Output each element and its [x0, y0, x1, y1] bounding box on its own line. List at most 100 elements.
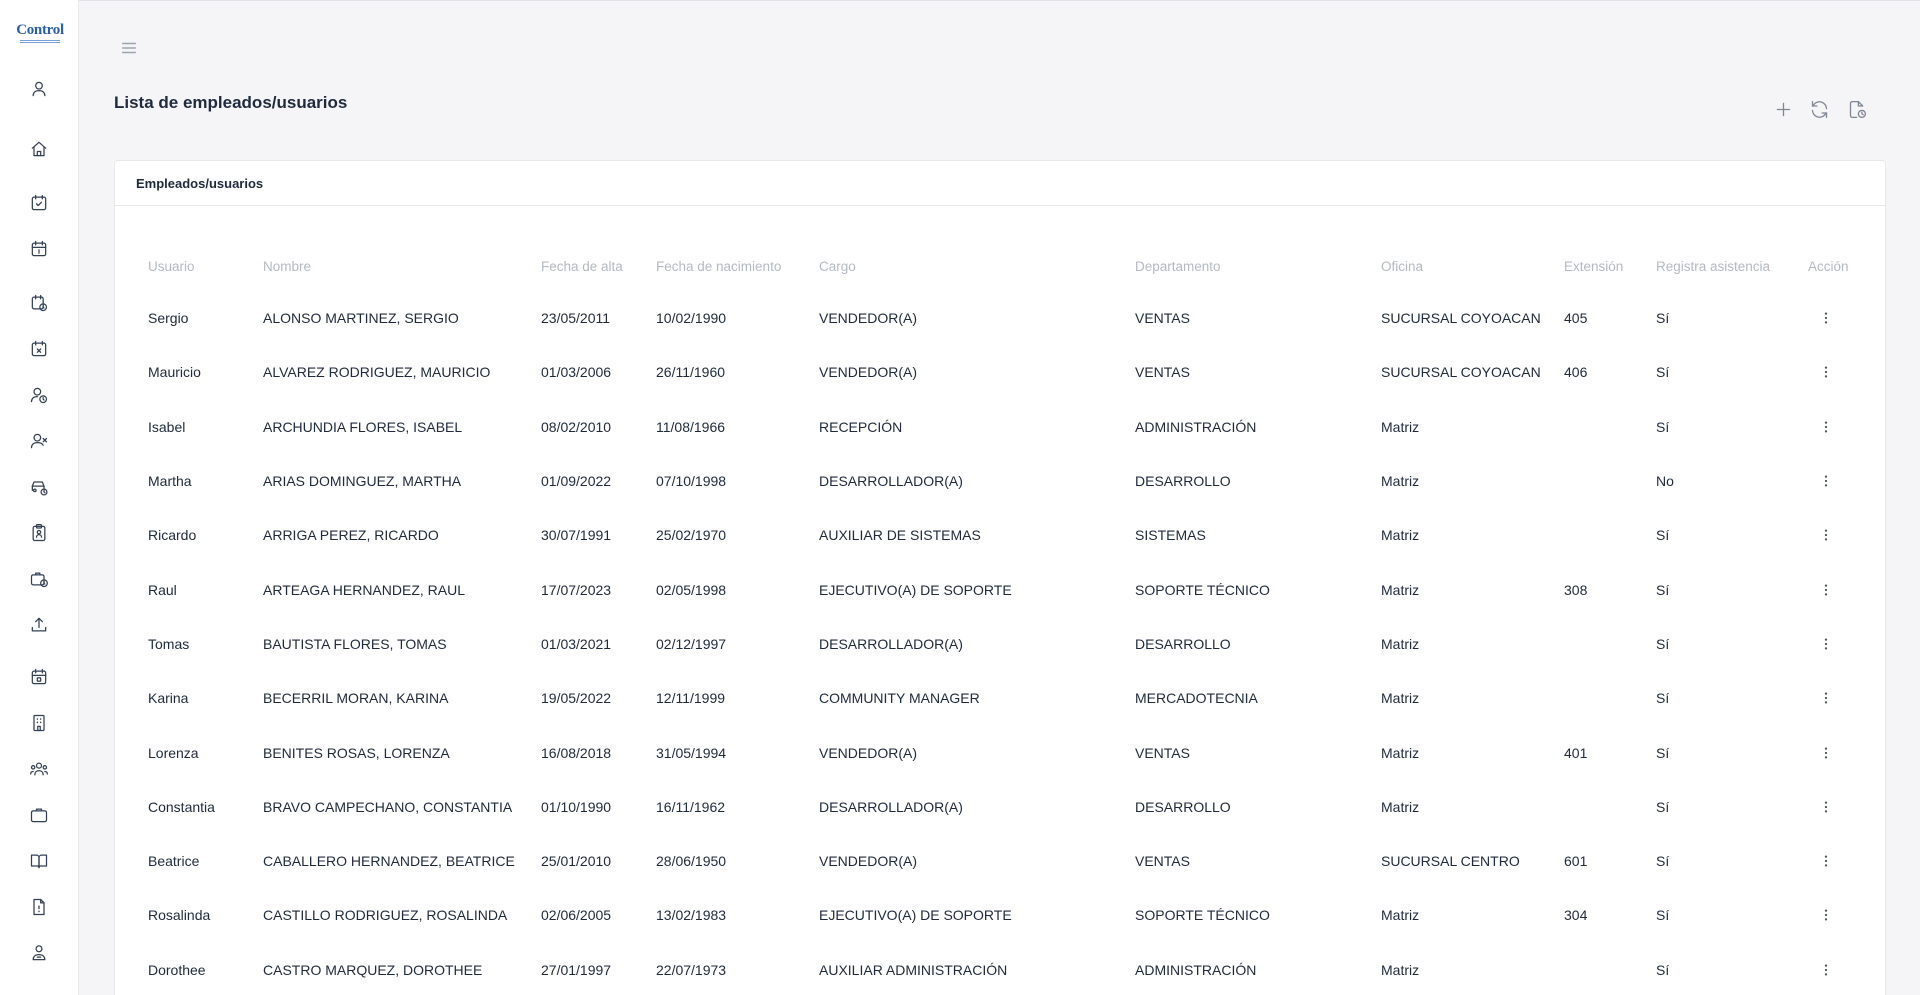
- cell-departamento: ADMINISTRACIÓN: [1135, 418, 1257, 435]
- table-row[interactable]: Sergio ALONSO MARTINEZ, SERGIO 23/05/2011 1…: [148, 291, 1868, 345]
- cell-cargo: AUXILIAR ADMINISTRACIÓN: [819, 961, 1008, 978]
- cell-departamento: SISTEMAS: [1135, 527, 1206, 544]
- export-button[interactable]: [1844, 96, 1870, 122]
- app-logo[interactable]: Control: [14, 22, 66, 48]
- sidebar-item-user-badge[interactable]: [26, 940, 52, 966]
- row-actions-button[interactable]: [1816, 362, 1836, 382]
- sidebar-item-upload[interactable]: [26, 612, 52, 638]
- row-actions-button[interactable]: [1816, 308, 1836, 328]
- sidebar-item-building[interactable]: [26, 710, 52, 736]
- sidebar: Control: [0, 0, 79, 995]
- cell-nombre: ALVAREZ RODRIGUEZ, MAURICIO: [263, 364, 491, 381]
- sidebar-item-user-x[interactable]: [26, 428, 52, 454]
- column-header-fecha-nacimiento[interactable]: Fecha de nacimiento: [656, 241, 819, 291]
- cell-registra-asistencia: Sí: [1656, 527, 1670, 544]
- column-header-departamento[interactable]: Departamento: [1135, 241, 1381, 291]
- cell-usuario: Lorenza: [148, 744, 199, 761]
- cell-usuario: Dorothee: [148, 961, 206, 978]
- user-icon: [32, 81, 46, 97]
- sidebar-item-calendar-one[interactable]: [26, 236, 52, 262]
- cell-registra-asistencia: Sí: [1656, 418, 1670, 435]
- table-row[interactable]: Mauricio ALVAREZ RODRIGUEZ, MAURICIO 01/03…: [148, 345, 1868, 399]
- add-button[interactable]: [1770, 96, 1796, 122]
- sidebar-item-user[interactable]: [26, 76, 52, 102]
- table-row[interactable]: Constantia BRAVO CAMPECHANO, CONSTANTIA 01…: [148, 780, 1868, 834]
- sidebar-item-briefcase-clock[interactable]: [26, 566, 52, 592]
- cell-accion: [1808, 888, 1868, 942]
- sidebar-item-car-clock[interactable]: [26, 474, 52, 500]
- more-vertical-icon: [1824, 529, 1828, 541]
- column-header-nombre[interactable]: Nombre: [263, 241, 541, 291]
- column-header-registra-asistencia[interactable]: Registra asistencia: [1656, 241, 1808, 291]
- sidebar-item-calendar-check[interactable]: [26, 190, 52, 216]
- cell-extension: [1564, 400, 1656, 454]
- cell-accion: [1808, 780, 1868, 834]
- row-actions-button[interactable]: [1816, 743, 1836, 763]
- cell-oficina: Matriz: [1381, 798, 1420, 815]
- refresh-button[interactable]: [1806, 96, 1832, 122]
- cell-fecha-nacimiento: 13/02/1983: [656, 907, 727, 924]
- table-row[interactable]: Lorenza BENITES ROSAS, LORENZA 16/08/2018 3…: [148, 725, 1868, 779]
- table-row[interactable]: Raul ARTEAGA HERNANDEZ, RAUL 17/07/2023 02/…: [148, 562, 1868, 616]
- cell-departamento: SOPORTE TÉCNICO: [1135, 581, 1270, 598]
- calendar-x-icon: [31, 340, 47, 357]
- column-header-extension[interactable]: Extensión: [1564, 241, 1656, 291]
- more-vertical-icon: [1824, 312, 1828, 324]
- sidebar-item-calendar-clock[interactable]: [26, 290, 52, 316]
- cell-nombre: BENITES ROSAS, LORENZA: [263, 744, 450, 761]
- row-actions-button[interactable]: [1816, 688, 1836, 708]
- cell-accion: [1808, 454, 1868, 508]
- sidebar-item-clipboard-user[interactable]: [26, 520, 52, 546]
- sidebar-item-briefcase[interactable]: [26, 802, 52, 828]
- sidebar-item-calendar-x[interactable]: [26, 336, 52, 362]
- cell-cargo: VENDEDOR(A): [819, 310, 918, 327]
- column-header-usuario[interactable]: Usuario: [148, 241, 263, 291]
- table-row[interactable]: Rosalinda CASTILLO RODRIGUEZ, ROSALINDA 02…: [148, 888, 1868, 942]
- cell-extension: 406: [1564, 364, 1588, 381]
- hamburger-icon: [121, 42, 137, 54]
- sidebar-item-book[interactable]: [26, 848, 52, 874]
- table-row[interactable]: Dorothee CASTRO MARQUEZ, DOROTHEE 27/01/19…: [148, 943, 1868, 995]
- sidebar-item-users-group[interactable]: [26, 756, 52, 782]
- table-row[interactable]: Martha ARIAS DOMINGUEZ, MARTHA 01/09/2022 0…: [148, 454, 1868, 508]
- row-actions-button[interactable]: [1816, 471, 1836, 491]
- sidebar-item-user-clock[interactable]: [26, 382, 52, 408]
- table-row[interactable]: Tomas BAUTISTA FLORES, TOMAS 01/03/2021 02/…: [148, 617, 1868, 671]
- column-header-cargo[interactable]: Cargo: [819, 241, 1135, 291]
- cell-accion: [1808, 400, 1868, 454]
- row-actions-button[interactable]: [1816, 417, 1836, 437]
- user-x-icon: [30, 433, 48, 449]
- cell-nombre: BRAVO CAMPECHANO, CONSTANTIA: [263, 798, 513, 815]
- cell-extension: [1564, 943, 1656, 995]
- cell-fecha-nacimiento: 25/02/1970: [656, 527, 727, 544]
- cell-oficina: Matriz: [1381, 907, 1420, 924]
- cell-usuario: Karina: [148, 690, 189, 707]
- row-actions-button[interactable]: [1816, 960, 1836, 980]
- row-actions-button[interactable]: [1816, 797, 1836, 817]
- cell-nombre: CABALLERO HERNANDEZ, BEATRICE: [263, 853, 515, 870]
- row-actions-button[interactable]: [1816, 851, 1836, 871]
- cell-fecha-alta: 01/09/2022: [541, 473, 612, 490]
- sidebar-item-calendar-event[interactable]: [26, 664, 52, 690]
- cell-cargo: VENDEDOR(A): [819, 853, 918, 870]
- row-actions-button[interactable]: [1816, 634, 1836, 654]
- clipboard-user-icon: [32, 524, 46, 542]
- car-clock-icon: [31, 481, 48, 496]
- table-row[interactable]: Karina BECERRIL MORAN, KARINA 19/05/2022 12…: [148, 671, 1868, 725]
- table-row[interactable]: Ricardo ARRIGA PEREZ, RICARDO 30/07/1991 25…: [148, 508, 1868, 562]
- table-row[interactable]: Beatrice CABALLERO HERNANDEZ, BEATRICE 25/…: [148, 834, 1868, 888]
- cell-departamento: MERCADOTECNIA: [1135, 690, 1258, 707]
- sidebar-item-document-alert[interactable]: [26, 894, 52, 920]
- row-actions-button[interactable]: [1816, 580, 1836, 600]
- column-header-fecha-alta[interactable]: Fecha de alta: [541, 241, 656, 291]
- cell-departamento: VENTAS: [1135, 364, 1190, 381]
- column-header-oficina[interactable]: Oficina: [1381, 241, 1564, 291]
- row-actions-button[interactable]: [1816, 905, 1836, 925]
- cell-fecha-nacimiento: 02/05/1998: [656, 581, 727, 598]
- menu-toggle-button[interactable]: [118, 37, 140, 59]
- sidebar-item-home[interactable]: [26, 136, 52, 162]
- row-actions-button[interactable]: [1816, 525, 1836, 545]
- cell-nombre: BECERRIL MORAN, KARINA: [263, 690, 449, 707]
- cell-accion: [1808, 671, 1868, 725]
- table-row[interactable]: Isabel ARCHUNDIA FLORES, ISABEL 08/02/2010…: [148, 400, 1868, 454]
